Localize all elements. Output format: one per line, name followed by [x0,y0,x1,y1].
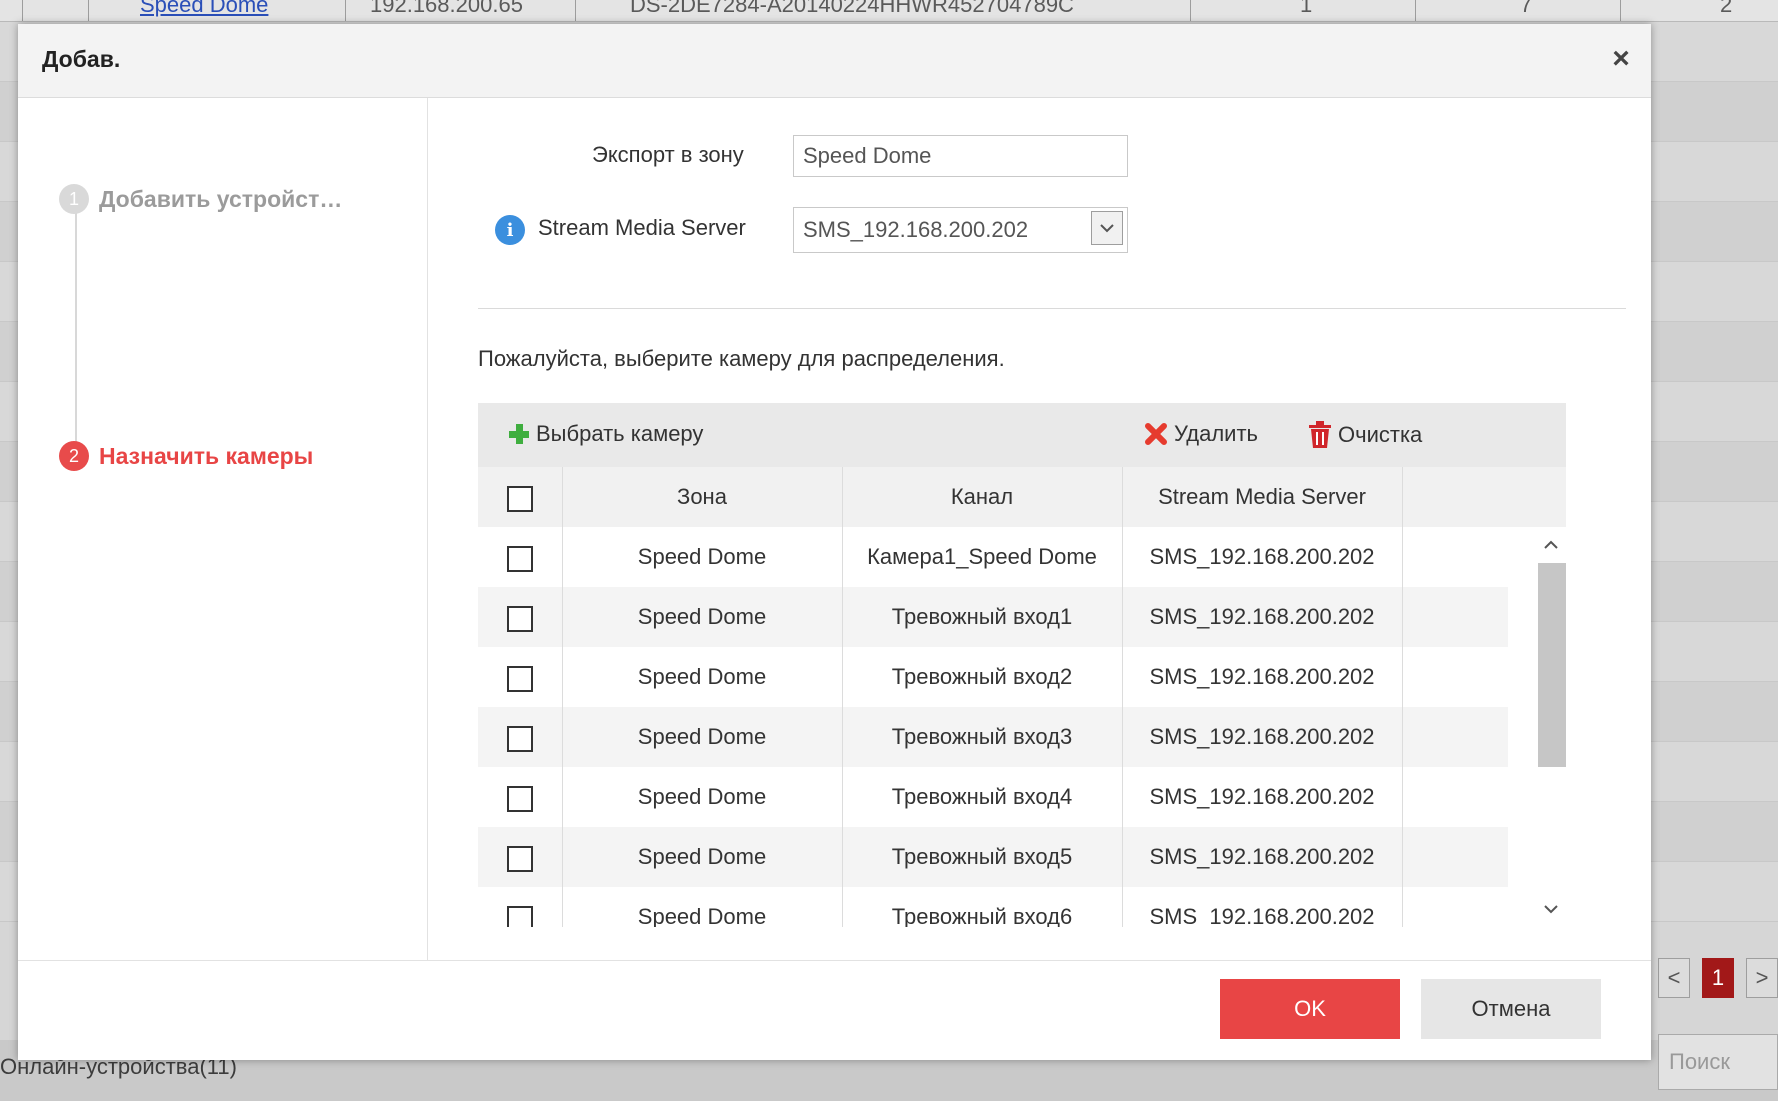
cell-channel: Камера1_Speed Dome [867,544,1097,569]
scroll-down-icon[interactable] [1536,895,1566,923]
table-row[interactable]: Speed Dome Тревожный вход4 SMS_192.168.2… [478,767,1508,827]
cancel-button[interactable]: Отмена [1421,979,1601,1039]
cell-server: SMS_192.168.200.202 [1149,784,1375,809]
row-checkbox[interactable] [507,606,533,632]
column-separator [1122,467,1123,927]
pager-page-button[interactable]: 1 [1702,958,1734,998]
step-connector-line [75,204,77,444]
close-icon[interactable]: × [1605,42,1637,76]
table-scrollbar[interactable] [1536,527,1566,927]
camera-toolbar: Выбрать камеру Удалить Очистка [478,403,1566,467]
column-header-server[interactable]: Stream Media Server [1122,467,1402,527]
step-number: 2 [59,441,89,471]
cell-channel: Тревожный вход6 [891,904,1073,927]
background-device-col4: 1 [1300,0,1313,17]
plus-icon [509,424,529,444]
cell-zone: Speed Dome [637,904,767,927]
clear-label: Очистка [1338,422,1423,447]
cell-channel: Тревожный вход4 [891,784,1073,809]
select-camera-hint: Пожалуйста, выберите камеру для распреде… [478,346,1005,371]
cell-zone: Speed Dome [637,784,767,809]
select-all-checkbox[interactable] [507,486,533,512]
delete-label: Удалить [1174,421,1258,446]
add-device-dialog: Добав. × 1 Добавить устройст… 2 Назначит… [18,24,1651,1060]
background-search-input[interactable]: Поиск [1658,1034,1778,1090]
cell-zone: Speed Dome [637,844,767,869]
sms-label: Stream Media Server [538,215,746,240]
export-zone-input[interactable]: Speed Dome [793,135,1128,177]
table-row[interactable]: Speed Dome Тревожный вход1 SMS_192.168.2… [478,587,1508,647]
clear-button[interactable]: Очистка [1308,421,1422,449]
cell-server: SMS_192.168.200.202 [1149,664,1375,689]
sms-select[interactable]: SMS_192.168.200.202 [793,207,1128,253]
background-device-col6: 2 [1720,0,1733,17]
row-checkbox[interactable] [507,666,533,692]
table-row[interactable]: Speed Dome Тревожный вход2 SMS_192.168.2… [478,647,1508,707]
row-checkbox[interactable] [507,906,533,927]
table-row[interactable]: Speed Dome Тревожный вход5 SMS_192.168.2… [478,827,1508,887]
dialog-header: Добав. × [18,24,1651,98]
cell-server: SMS_192.168.200.202 [1149,904,1375,927]
trash-icon [1309,421,1331,448]
select-camera-label: Выбрать камеру [536,421,704,446]
chevron-down-icon[interactable] [1091,211,1123,245]
column-header-zone[interactable]: Зона [562,467,842,527]
dialog-body: 1 Добавить устройст… 2 Назначить камеры … [18,98,1651,960]
cell-channel: Тревожный вход3 [891,724,1073,749]
cell-server: SMS_192.168.200.202 [1149,604,1375,629]
row-checkbox[interactable] [507,726,533,752]
column-separator [562,467,563,927]
pager-next-button[interactable]: > [1746,958,1778,998]
dialog-footer: OK Отмена [18,960,1651,1060]
step-number: 1 [59,184,89,214]
step-assign-cameras[interactable]: 2 Назначить камеры [59,441,313,471]
step-label: Добавить устройст… [99,185,343,212]
cell-server: SMS_192.168.200.202 [1149,544,1375,569]
background-device-name[interactable]: Speed Dome [140,0,268,16]
step-add-device[interactable]: 1 Добавить устройст… [59,184,342,214]
form-divider [478,308,1626,309]
info-icon[interactable]: i [495,215,525,245]
delete-button[interactable]: Удалить [1144,421,1258,447]
cell-server: SMS_192.168.200.202 [1149,724,1375,749]
export-zone-label: Экспорт в зону [592,142,744,167]
background-device-serial: DS-2DE7284-A20140224HHWR452704789C [630,0,1074,17]
delete-x-icon [1145,423,1167,445]
ok-button[interactable]: OK [1220,979,1400,1039]
pager-prev-button[interactable]: < [1658,958,1690,998]
table-row[interactable]: Speed Dome Камера1_Speed Dome SMS_192.16… [478,527,1508,587]
column-header-channel[interactable]: Канал [842,467,1122,527]
cell-channel: Тревожный вход1 [891,604,1073,629]
table-row[interactable]: Speed Dome Тревожный вход3 SMS_192.168.2… [478,707,1508,767]
table-row[interactable]: Speed Dome Тревожный вход6 SMS_192.168.2… [478,887,1508,927]
cell-zone: Speed Dome [637,724,767,749]
cell-channel: Тревожный вход5 [891,844,1073,869]
cell-zone: Speed Dome [637,544,767,569]
scroll-up-icon[interactable] [1536,531,1566,559]
background-device-ip: 192.168.200.65 [370,0,523,17]
column-separator [1402,467,1403,927]
assign-cameras-panel: Экспорт в зону Speed Dome i Stream Media… [428,98,1651,960]
sms-select-value: SMS_192.168.200.202 [803,217,1029,242]
scroll-thumb[interactable] [1538,563,1566,767]
row-checkbox[interactable] [507,786,533,812]
background-pager: < 1 > [1658,958,1778,1002]
row-checkbox[interactable] [507,546,533,572]
column-separator [842,467,843,927]
step-label: Назначить камеры [99,442,314,469]
background-device-row: Speed Dome 192.168.200.65 DS-2DE7284-A20… [0,0,1778,22]
cell-zone: Speed Dome [637,664,767,689]
wizard-steps: 1 Добавить устройст… 2 Назначить камеры [18,98,428,960]
cell-zone: Speed Dome [637,604,767,629]
dialog-title: Добав. [42,46,121,72]
background-device-col5: 7 [1520,0,1533,17]
select-camera-button[interactable]: Выбрать камеру [508,421,703,447]
cell-server: SMS_192.168.200.202 [1149,844,1375,869]
cell-channel: Тревожный вход2 [891,664,1073,689]
row-checkbox[interactable] [507,846,533,872]
camera-table: Зона Канал Stream Media Server Speed Dom… [478,467,1566,927]
